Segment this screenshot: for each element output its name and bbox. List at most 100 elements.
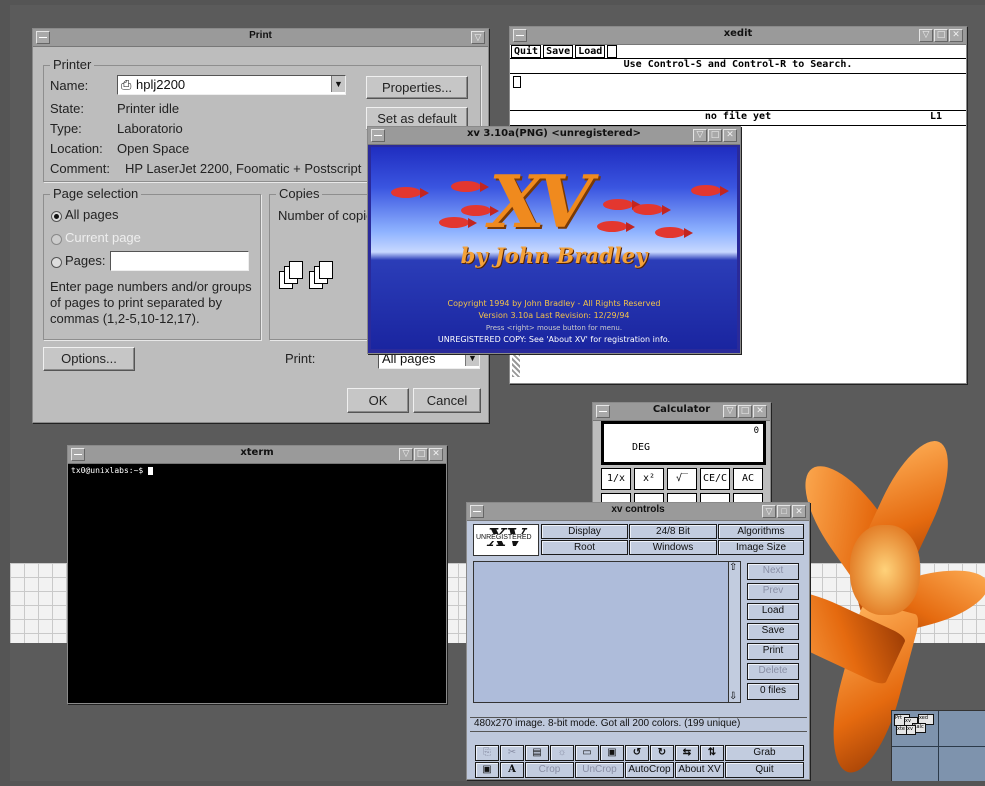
text-tool-icon[interactable]: A [500, 762, 524, 778]
print-range-label: Print: [285, 351, 316, 366]
fish-icon [439, 217, 477, 228]
crop-button[interactable]: Crop [525, 762, 574, 778]
properties-button[interactable]: Properties... [366, 76, 468, 99]
current-page-radio[interactable] [51, 234, 62, 245]
filename-input[interactable] [607, 45, 618, 58]
location-value: Open Space [117, 141, 190, 156]
maximize-icon[interactable]: □ [934, 29, 948, 42]
xv-controls-window: xv controls ▽□✕ XV UNREGISTERED Display … [466, 502, 810, 780]
xv-splash-titlebar[interactable]: xv 3.10a(PNG) <unregistered> ▽ □ ✕ [368, 127, 740, 145]
file-list[interactable] [473, 561, 729, 703]
chevron-down-icon[interactable]: ▼ [331, 76, 345, 92]
shell-prompt: tx0@unixlabs:~$ [71, 466, 149, 475]
square-button[interactable]: x² [634, 468, 664, 490]
save-button[interactable]: Save [543, 45, 574, 58]
ok-button[interactable]: OK [347, 388, 409, 413]
maximize-icon[interactable]: □ [777, 505, 791, 518]
paste-icon[interactable]: ▤ [525, 745, 549, 761]
options-button[interactable]: Options... [43, 347, 135, 371]
copy-icon[interactable]: ⎘ [475, 745, 499, 761]
calculator-titlebar[interactable]: Calculator ▽ □ ✕ [593, 403, 770, 421]
print-titlebar[interactable]: Print ▽ [33, 29, 488, 47]
load-button[interactable]: Load [575, 45, 606, 58]
pad-icon[interactable]: ▭ [575, 745, 599, 761]
unregistered-badge: UNREGISTERED [476, 534, 532, 541]
window-title: xv 3.10a(PNG) <unregistered> [466, 128, 642, 139]
load-button[interactable]: Load [747, 603, 799, 620]
pages-help-text: Enter page numbers and/or groups of page… [50, 279, 252, 326]
xterm-titlebar[interactable]: xterm ▽ □ ✕ [68, 446, 446, 464]
window-title: xv controls [611, 504, 665, 515]
algorithms-menu-button[interactable]: Algorithms [718, 524, 804, 539]
type-label: Type: [50, 121, 82, 136]
clear-entry-button[interactable]: CE/C [700, 468, 730, 490]
windows-menu-button[interactable]: Windows [629, 540, 717, 555]
next-button[interactable]: Next [747, 563, 799, 580]
pages-radio[interactable] [51, 257, 62, 268]
reciprocal-button[interactable]: 1/x [601, 468, 631, 490]
maximize-icon[interactable]: □ [738, 405, 752, 418]
printer-group-label: Printer [50, 57, 95, 72]
image-size-menu-button[interactable]: Image Size [718, 540, 804, 555]
shade-icon[interactable]: ▽ [693, 129, 707, 142]
xv-logo-badge[interactable]: XV UNREGISTERED [473, 523, 539, 556]
quit-button[interactable]: Quit [725, 762, 804, 778]
xv-controls-titlebar[interactable]: xv controls ▽ □ ✕ [467, 503, 809, 521]
delete-button[interactable]: Delete [747, 663, 799, 680]
xedit-titlebar[interactable]: xedit ▽ □ ✕ [510, 27, 966, 45]
maximize-icon[interactable]: □ [414, 448, 428, 461]
all-clear-button[interactable]: AC [733, 468, 763, 490]
shade-icon[interactable]: ▽ [762, 505, 776, 518]
shade-icon[interactable]: ▽ [723, 405, 737, 418]
pager-thumb[interactable]: xv [906, 725, 916, 735]
pages-input[interactable] [110, 251, 249, 271]
file-status: no file yet [704, 111, 772, 122]
close-icon[interactable]: ✕ [949, 29, 963, 42]
flip-horizontal-icon[interactable]: ⇆ [675, 745, 699, 761]
all-pages-radio[interactable] [51, 211, 62, 222]
grab-button[interactable]: Grab [725, 745, 804, 761]
file-count: 0 files [747, 683, 799, 700]
print-button[interactable]: Print [747, 643, 799, 660]
shade-icon[interactable]: ▽ [919, 29, 933, 42]
xv-splash-image[interactable]: XV by John Bradley Copyright 1994 by Joh… [371, 147, 737, 349]
rotate-right-icon[interactable]: ↻ [650, 745, 674, 761]
printer-name-value: hplj2200 [136, 77, 186, 92]
xedit-text-area[interactable] [510, 74, 966, 111]
prev-button[interactable]: Prev [747, 583, 799, 600]
root-menu-button[interactable]: Root [541, 540, 628, 555]
file-list-scrollbar[interactable]: ⇧ ⇩ [728, 561, 741, 703]
clear-icon[interactable]: ☼ [550, 745, 574, 761]
maximize-icon[interactable]: □ [708, 129, 722, 142]
shade-icon[interactable]: ▽ [399, 448, 413, 461]
copyright-text: Copyright 1994 by John Bradley - All Rig… [447, 299, 661, 308]
quit-button[interactable]: Quit [511, 45, 542, 58]
shade-icon[interactable]: ▽ [471, 31, 485, 44]
display-menu-button[interactable]: Display [541, 524, 628, 539]
close-icon[interactable]: ✕ [792, 505, 806, 518]
state-label: State: [50, 101, 84, 116]
about-xv-button[interactable]: About XV [675, 762, 724, 778]
sqrt-button[interactable]: √‾ [667, 468, 697, 490]
save-button[interactable]: Save [747, 623, 799, 640]
autocrop-button[interactable]: AutoCrop [625, 762, 674, 778]
close-icon[interactable]: ✕ [429, 448, 443, 461]
bit-depth-menu-button[interactable]: 24/8 Bit [629, 524, 717, 539]
desktop-pager[interactable]: Prt xv xte xed Calc xv [891, 710, 985, 781]
cut-icon[interactable]: ✂ [500, 745, 524, 761]
cancel-button[interactable]: Cancel [413, 388, 481, 413]
scroll-down-icon[interactable]: ⇩ [729, 691, 737, 702]
name-label: Name: [50, 78, 89, 93]
printer-name-select[interactable]: ⎙ hplj2200 ▼ [117, 75, 346, 95]
close-icon[interactable]: ✕ [723, 129, 737, 142]
uncrop-button[interactable]: UnCrop [575, 762, 624, 778]
rotate-left-icon[interactable]: ↺ [625, 745, 649, 761]
annotate-icon[interactable]: ▣ [600, 745, 624, 761]
text-cursor [513, 76, 521, 88]
close-icon[interactable]: ✕ [753, 405, 767, 418]
image-info-icon[interactable]: ▣ [475, 762, 499, 778]
terminal-output[interactable]: tx0@unixlabs:~$ [68, 464, 446, 477]
scroll-up-icon[interactable]: ⇧ [729, 562, 737, 573]
display-value: 0 [753, 426, 759, 436]
flip-vertical-icon[interactable]: ⇅ [700, 745, 724, 761]
